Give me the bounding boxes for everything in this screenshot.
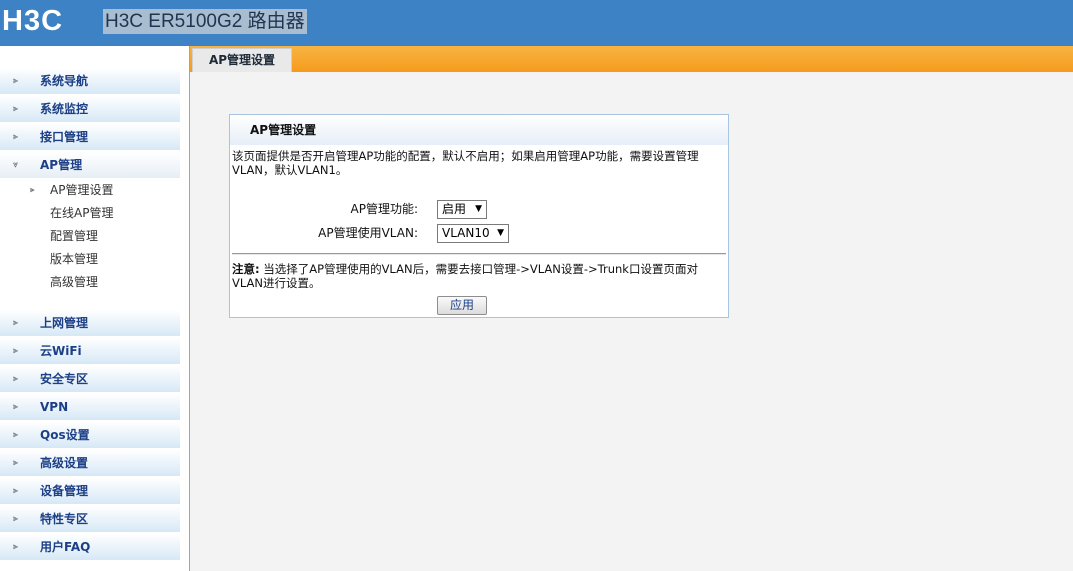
top-header: H3C H3C ER5100G2 路由器 — [0, 0, 1073, 46]
nav-bullet-icon: ⫸ — [13, 374, 19, 384]
sidebar-item-label: 特性专区 — [40, 512, 89, 526]
sidebar-item-label: 系统监控 — [40, 102, 89, 116]
note-body: 当选择了AP管理使用的VLAN后，需要去接口管理->VLAN设置->Trunk口… — [232, 262, 698, 290]
sidebar-item-advanced-settings[interactable]: ⫸ 高级设置 — [0, 450, 180, 476]
sidebar-item-system-monitor[interactable]: ⫸ 系统监控 — [0, 96, 180, 122]
sidebar-item-security[interactable]: ⫸ 安全专区 — [0, 366, 180, 392]
sidebar-item-qos[interactable]: ⫸ Qos设置 — [0, 422, 180, 448]
nav-expanded-icon: ⩔ — [13, 160, 19, 170]
ap-function-value: 启用 — [442, 202, 467, 216]
sidebar-subitem-version[interactable]: 版本管理 — [50, 251, 98, 267]
nav-bullet-icon: ⫸ — [13, 76, 19, 86]
ap-vlan-select[interactable]: VLAN10 ▼ — [437, 224, 509, 243]
sidebar-item-system-nav[interactable]: ⫸ 系统导航 — [0, 68, 180, 94]
sidebar-item-device[interactable]: ⫸ 设备管理 — [0, 478, 180, 504]
ap-settings-panel: AP管理设置 该页面提供是否开启管理AP功能的配置，默认不启用；如果启用管理AP… — [229, 114, 729, 318]
h3c-logo: H3C — [2, 5, 64, 37]
nav-bullet-icon: ⫸ — [13, 542, 19, 552]
tab-ap-settings[interactable]: AP管理设置 — [192, 48, 292, 72]
nav-bullet-icon: ⫸ — [13, 458, 19, 468]
nav-bullet-icon: ⫸ — [13, 132, 19, 142]
sidebar-item-interface[interactable]: ⫸ 接口管理 — [0, 124, 180, 150]
ap-function-select[interactable]: 启用 ▼ — [437, 200, 487, 219]
nav-bullet-icon: ⫸ — [13, 346, 19, 356]
sidebar-item-label: Qos设置 — [40, 428, 90, 442]
sidebar-item-ap-management[interactable]: ⩔ AP管理 — [0, 152, 180, 178]
apply-button[interactable]: 应用 — [437, 296, 487, 315]
sidebar-subitem-config[interactable]: 配置管理 — [50, 228, 98, 244]
sidebar-item-cloud-wifi[interactable]: ⫸ 云WiFi — [0, 338, 180, 364]
panel-header: AP管理设置 — [230, 115, 728, 145]
sidebar-subitem-online-ap[interactable]: 在线AP管理 — [50, 205, 113, 221]
nav-bullet-icon: ⫸ — [13, 104, 19, 114]
sidebar-item-vpn[interactable]: ⫸ VPN — [0, 394, 180, 420]
nav-bullet-icon: ⫸ — [13, 318, 19, 328]
sub-selected-arrow-icon: ⫸ — [30, 185, 35, 194]
sidebar-subitem-advanced[interactable]: 高级管理 — [50, 274, 98, 290]
nav-bullet-icon: ⫸ — [13, 402, 19, 412]
sidebar-item-label: 云WiFi — [40, 344, 82, 358]
sidebar-item-internet[interactable]: ⫸ 上网管理 — [0, 310, 180, 336]
note-text: 注意: 当选择了AP管理使用的VLAN后，需要去接口管理->VLAN设置->Tr… — [232, 262, 726, 290]
sidebar-item-faq[interactable]: ⫸ 用户FAQ — [0, 534, 180, 560]
sidebar-item-label: 高级设置 — [40, 456, 89, 470]
nav-bullet-icon: ⫸ — [13, 430, 19, 440]
sidebar-item-label: 上网管理 — [40, 316, 89, 330]
panel-title: AP管理设置 — [250, 123, 317, 137]
sidebar-item-label: 设备管理 — [40, 484, 89, 498]
app-title: H3C ER5100G2 路由器 — [103, 9, 307, 34]
divider — [232, 253, 726, 255]
sidebar-subitem-ap-settings[interactable]: AP管理设置 — [50, 182, 113, 198]
ap-vlan-value: VLAN10 — [442, 226, 490, 240]
note-label: 注意: — [232, 262, 260, 276]
sidebar-item-label: 系统导航 — [40, 74, 89, 88]
nav-bullet-icon: ⫸ — [13, 514, 19, 524]
sidebar-item-label: 用户FAQ — [40, 540, 91, 554]
nav-bullet-icon: ⫸ — [13, 486, 19, 496]
ap-vlan-label: AP管理使用VLAN: — [318, 226, 418, 240]
sidebar-item-label: 安全专区 — [40, 372, 89, 386]
sidebar-top-spacer — [0, 46, 189, 66]
sidebar-item-label: AP管理 — [40, 158, 83, 172]
chevron-down-icon: ▼ — [475, 204, 482, 214]
sidebar-item-label: 接口管理 — [40, 130, 89, 144]
sidebar-item-features[interactable]: ⫸ 特性专区 — [0, 506, 180, 532]
tab-strip: AP管理设置 — [190, 46, 1073, 72]
ap-function-label: AP管理功能: — [350, 202, 419, 216]
sidebar-item-label: VPN — [40, 400, 69, 414]
chevron-down-icon: ▼ — [497, 228, 504, 238]
sidebar: ⫸ 系统导航 ⫸ 系统监控 ⫸ 接口管理 ⩔ AP管理 ⫸ AP管理设置 在线A… — [0, 46, 190, 571]
panel-description: 该页面提供是否开启管理AP功能的配置，默认不启用；如果启用管理AP功能，需要设置… — [232, 149, 699, 177]
